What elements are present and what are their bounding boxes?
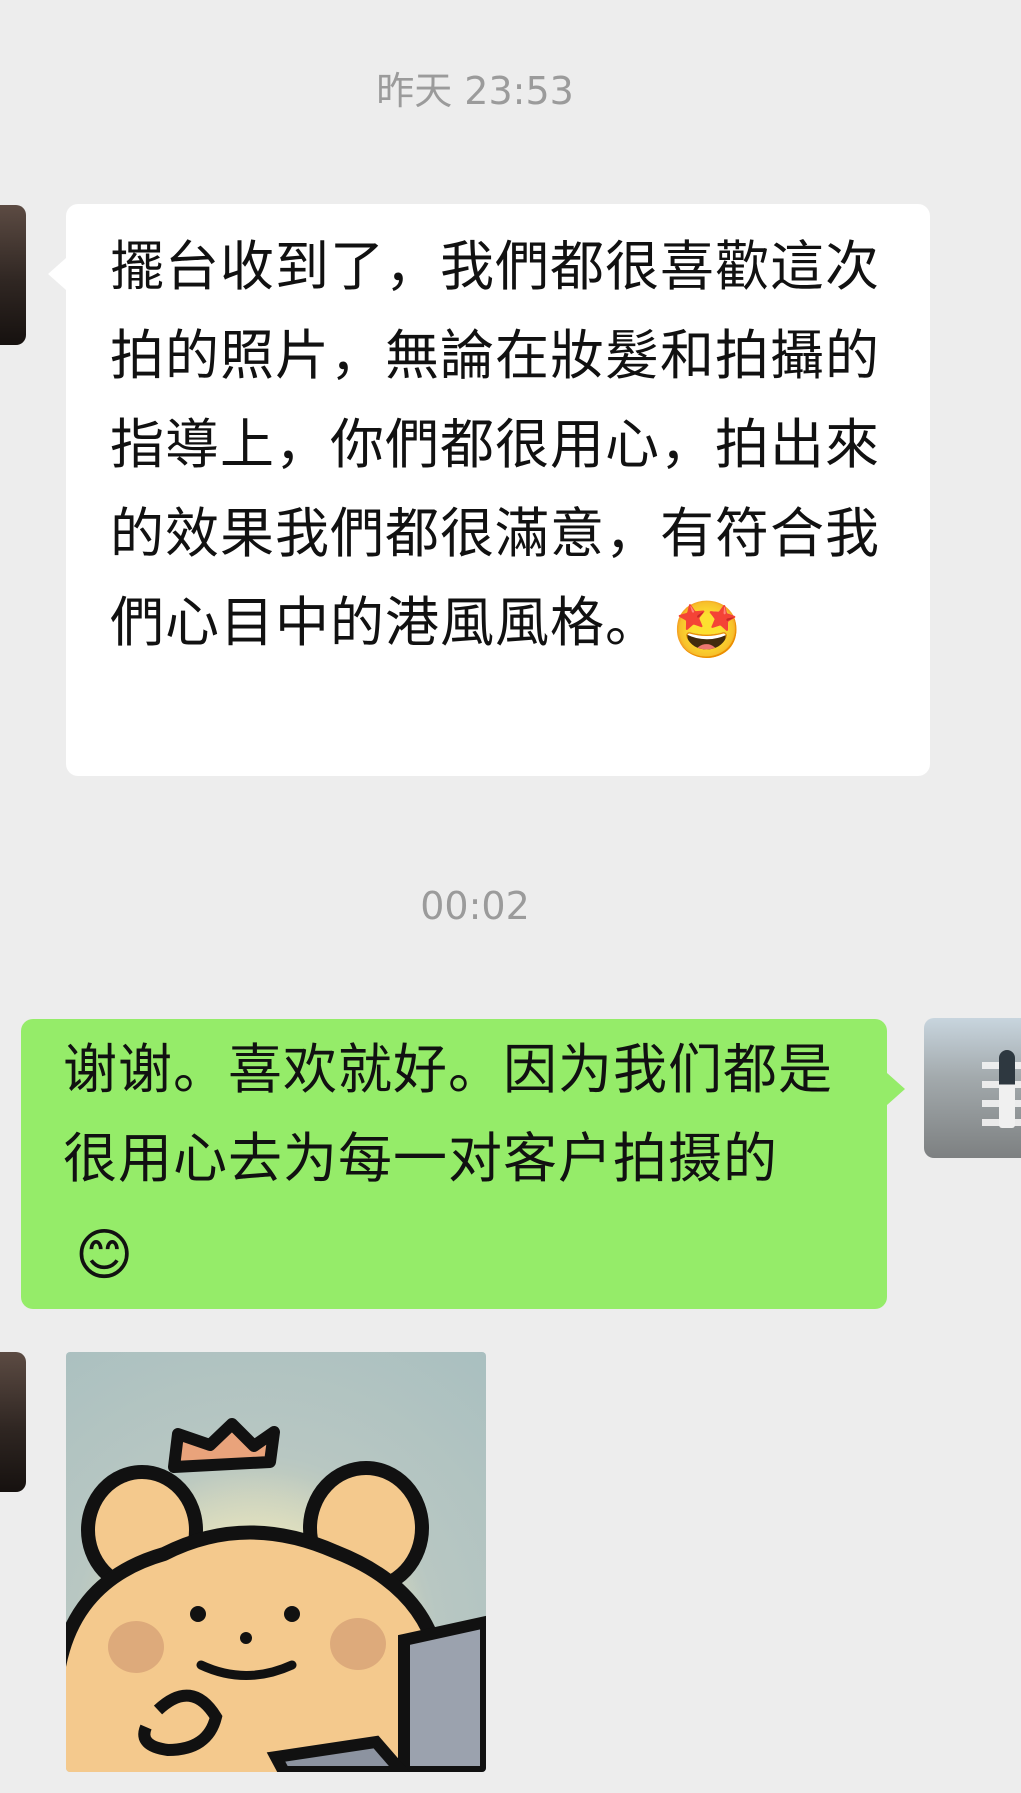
contact-avatar-second[interactable] [0,1352,26,1492]
star-struck-emoji: 🤩 [672,598,743,663]
bear-laptop-sticker[interactable] [66,1352,486,1772]
incoming-message-bubble[interactable]: 擺台收到了，我們都很喜歡這次拍的照片，無論在妝髮和拍攝的指導上，你們都很用心，拍… [48,204,930,776]
outgoing-message-text: 谢谢。喜欢就好。因为我们都是很用心去为每一对客户拍摄的 [63,1038,833,1190]
bear-sticker-drawing [66,1352,486,1772]
smiling-emoji: 😊 [75,1223,135,1288]
user-avatar[interactable] [924,1018,1021,1158]
incoming-message-text: 擺台收到了，我們都很喜歡這次拍的照片，無論在妝髮和拍攝的指導上，你們都很用心，拍… [110,235,880,654]
contact-avatar[interactable] [0,205,26,345]
outgoing-message-bubble[interactable]: 谢谢。喜欢就好。因为我们都是很用心去为每一对客户拍摄的 😊 [21,1019,905,1309]
avatar-person [999,1050,1015,1128]
timestamp-second: 00:02 [420,884,530,928]
timestamp-first: 昨天 23:53 [376,69,574,113]
